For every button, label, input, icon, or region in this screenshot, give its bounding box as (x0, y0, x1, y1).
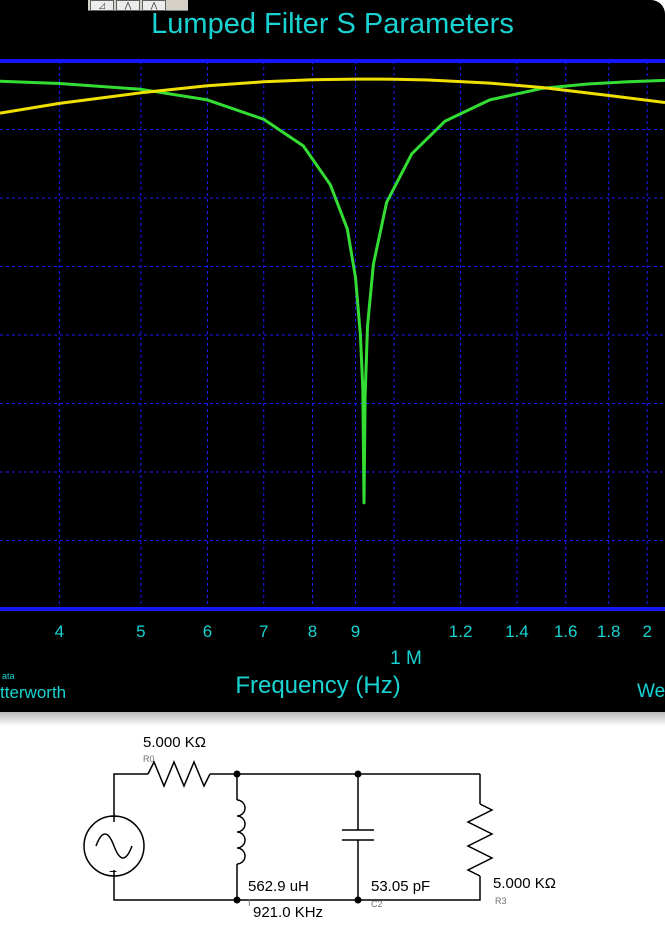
inductor[interactable] (236, 799, 246, 865)
resistor-r0[interactable] (147, 760, 211, 788)
x-tick-label: 7 (259, 622, 269, 641)
plot-panel: ◿ ⋀ ⋀ Lumped Filter S Parameters 4567891… (0, 0, 665, 712)
x-tick-label: 9 (350, 622, 361, 641)
junction-dot (233, 896, 241, 904)
x-tick-label: 1.2 (448, 622, 473, 641)
x-tick-label: 1.8 (596, 622, 621, 641)
capacitor-ref: C2 (371, 899, 383, 909)
chart-title: Lumped Filter S Parameters (151, 8, 514, 40)
resonance-value: 921.0 KHz (253, 904, 324, 921)
x-decade-label: 1 M (390, 648, 422, 669)
x-axis-label: Frequency (Hz) (235, 672, 401, 699)
inductor-ref: I (248, 898, 251, 908)
source-minus: − (109, 863, 117, 879)
legend-left-name: tterworth (0, 683, 67, 702)
junction-dot (354, 770, 362, 778)
chart-svg (0, 59, 665, 611)
panel-shadow (0, 712, 665, 726)
junction-dot (354, 896, 362, 904)
circuit-panel: + − 5.000 KΩ R0 562.9 uH I 921.0 KHz 53.… (0, 712, 665, 951)
x-tick-label: 5 (136, 622, 146, 641)
capacitor-value: 53.05 pF (371, 878, 431, 895)
series-line-2 (0, 77, 665, 115)
legend-right-name: We (637, 681, 665, 702)
legend-left-small: ata (2, 671, 15, 681)
x-tick-label: 1.6 (553, 622, 578, 641)
wire-top-left (113, 773, 148, 822)
r3-value: 5.000 KΩ (493, 875, 556, 892)
x-tick-label: 2 (642, 622, 652, 641)
resistor-r3[interactable] (466, 803, 494, 877)
source-plus: + (110, 808, 118, 824)
circuit-schematic: + − (83, 760, 494, 904)
inductor-value: 562.9 uH (248, 878, 309, 895)
r0-ref: R0 (143, 754, 155, 764)
r3-ref: R3 (495, 896, 507, 906)
x-tick-label: 1.4 (505, 622, 529, 641)
x-tick-label: 6 (202, 622, 213, 641)
r0-value: 5.000 KΩ (143, 734, 206, 751)
sine-icon (95, 833, 133, 859)
grid-lines (0, 61, 665, 609)
x-tick-label: 8 (307, 622, 318, 641)
junction-dot (233, 770, 241, 778)
x-tick-label: 4 (54, 622, 65, 641)
